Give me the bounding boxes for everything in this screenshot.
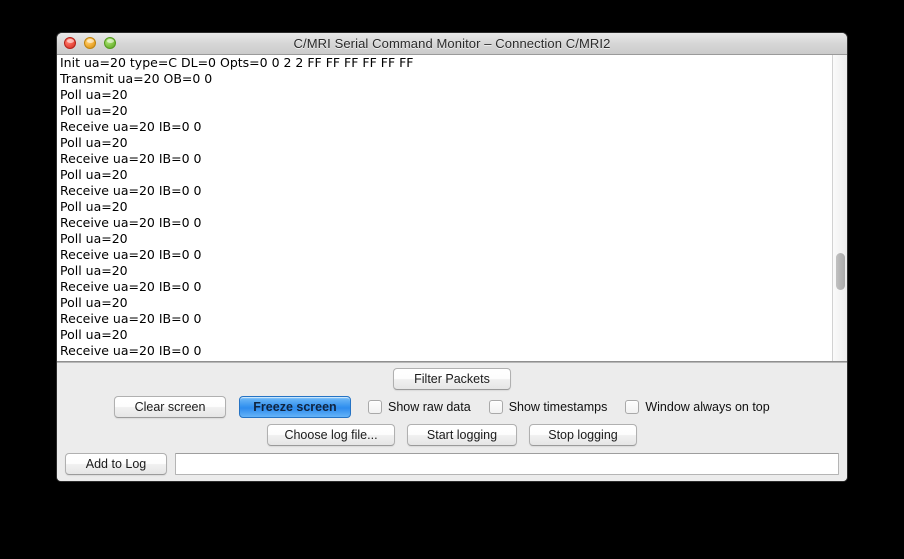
- minimize-window-icon[interactable]: [84, 37, 96, 49]
- log-line: Receive ua=20 IB=0 0: [60, 311, 202, 326]
- window-title: C/MRI Serial Command Monitor – Connectio…: [293, 36, 611, 51]
- add-to-log-button[interactable]: Add to Log: [65, 453, 167, 475]
- clear-screen-button[interactable]: Clear screen: [114, 396, 226, 418]
- checkbox-box-icon[interactable]: [625, 400, 640, 414]
- log-vertical-scrollbar[interactable]: [832, 55, 847, 361]
- log-output-area[interactable]: Init ua=20 type=C DL=0 Opts=0 0 2 2 FF F…: [57, 55, 847, 362]
- filter-packets-button[interactable]: Filter Packets: [393, 368, 511, 390]
- window-titlebar: C/MRI Serial Command Monitor – Connectio…: [57, 33, 847, 55]
- stop-logging-button[interactable]: Stop logging: [529, 424, 637, 446]
- log-line: Poll ua=20: [60, 231, 128, 246]
- log-line: Receive ua=20 IB=0 0: [60, 247, 202, 262]
- freeze-screen-button[interactable]: Freeze screen: [239, 396, 351, 418]
- log-line: Poll ua=20: [60, 167, 128, 182]
- checkbox-show-raw-data[interactable]: Show raw data: [368, 400, 471, 414]
- log-line: Poll ua=20: [60, 87, 128, 102]
- log-text-content[interactable]: Init ua=20 type=C DL=0 Opts=0 0 2 2 FF F…: [58, 55, 832, 361]
- checkbox-label: Show raw data: [388, 400, 471, 414]
- zoom-window-icon[interactable]: [104, 37, 116, 49]
- checkbox-box-icon[interactable]: [368, 400, 382, 414]
- start-logging-button[interactable]: Start logging: [407, 424, 517, 446]
- checkbox-box-icon[interactable]: [488, 400, 503, 414]
- log-scrollbar-thumb[interactable]: [836, 253, 845, 290]
- close-window-icon[interactable]: [64, 37, 76, 49]
- choose-log-file-button[interactable]: Choose log file...: [267, 424, 395, 446]
- log-line: Init ua=20 type=C DL=0 Opts=0 0 2 2 FF F…: [60, 55, 414, 70]
- window-controls: [64, 37, 116, 49]
- log-line: Poll ua=20: [60, 295, 128, 310]
- application-window: C/MRI Serial Command Monitor – Connectio…: [56, 32, 848, 482]
- log-line: Receive ua=20 IB=0 0: [60, 279, 202, 294]
- log-line: Receive ua=20 IB=0 0: [60, 119, 202, 134]
- log-entry-input[interactable]: [175, 453, 839, 475]
- log-line: Receive ua=20 IB=0 0: [60, 215, 202, 230]
- log-line: Transmit ua=20 OB=0 0: [60, 71, 213, 86]
- log-line: Receive ua=20 IB=0 0: [60, 183, 202, 198]
- log-line: Receive ua=20 IB=0 0: [60, 151, 202, 166]
- add-to-log-row: Add to Log: [65, 453, 839, 475]
- checkbox-window-always-on-top[interactable]: Window always on top: [625, 400, 770, 414]
- log-line: Poll ua=20: [60, 135, 128, 150]
- log-line: Poll ua=20: [60, 103, 128, 118]
- log-line: Receive ua=20 IB=0 0: [60, 343, 202, 358]
- log-line: Poll ua=20: [60, 199, 128, 214]
- checkbox-show-timestamps[interactable]: Show timestamps: [488, 400, 608, 414]
- log-line: Poll ua=20: [60, 327, 128, 342]
- checkbox-label: Window always on top: [645, 400, 770, 414]
- checkbox-label: Show timestamps: [508, 400, 608, 414]
- log-line: Poll ua=20: [60, 263, 128, 278]
- controls-panel: Filter Packets Clear screen Freeze scree…: [57, 362, 847, 481]
- screen-controls-row: Clear screen Freeze screen Show raw data…: [114, 396, 770, 418]
- filter-row: Filter Packets: [57, 368, 847, 390]
- logging-controls-row: Choose log file... Start logging Stop lo…: [57, 424, 847, 446]
- log-line: Poll ua=20: [60, 359, 832, 361]
